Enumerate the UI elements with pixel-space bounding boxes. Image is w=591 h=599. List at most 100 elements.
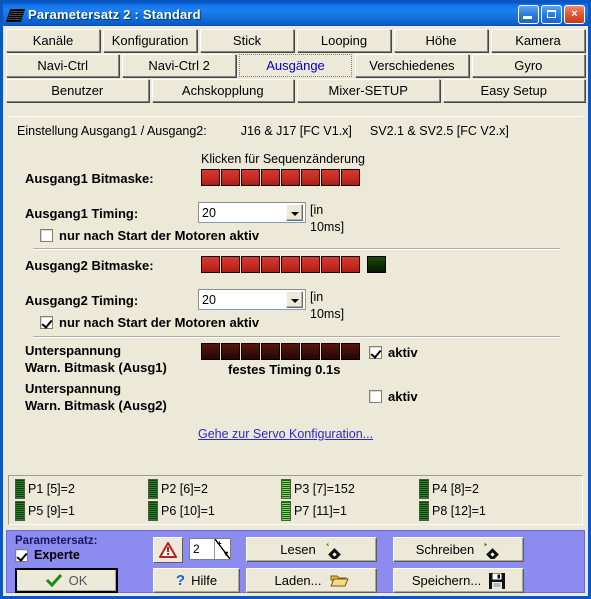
save-label: Speichern... <box>411 573 482 588</box>
help-button[interactable]: ? Hilfe <box>153 568 240 593</box>
out2-bit-6[interactable] <box>321 256 340 273</box>
uv1-active-checkbox[interactable] <box>369 346 382 359</box>
tab-looping[interactable]: Looping <box>297 29 391 52</box>
out1-bit-6[interactable] <box>321 169 340 186</box>
window-title: Parametersatz 2 : Standard <box>28 7 201 22</box>
out1-bit-5[interactable] <box>301 169 320 186</box>
out1-bit-3[interactable] <box>261 169 280 186</box>
ok-button[interactable]: OK <box>15 568 118 593</box>
close-button[interactable]: × <box>564 5 585 24</box>
out2-bit-0[interactable] <box>201 256 220 273</box>
minimize-button[interactable] <box>518 5 539 24</box>
uv1-fixed-timing: festes Timing 0.1s <box>228 362 341 377</box>
servo-config-link[interactable]: Gehe zur Servo Konfiguration... <box>198 427 373 441</box>
tab-achskopplung[interactable]: Achskopplung <box>151 79 294 102</box>
uv1-active-label: aktiv <box>388 345 418 360</box>
expert-row[interactable]: Experte <box>15 548 80 562</box>
out2-bit-4[interactable] <box>281 256 300 273</box>
p-value-label: P7 [11]=1 <box>294 504 347 518</box>
write-button[interactable]: Schreiben <box>393 537 524 562</box>
out2-motor-checkbox-row[interactable]: nur nach Start der Motoren aktiv <box>40 315 259 330</box>
out2-bitmask[interactable] <box>201 256 386 273</box>
panel-header-suffix: SV2.1 & SV2.5 [FC V2.x] <box>369 124 509 138</box>
title-bar: Parametersatz 2 : Standard × <box>3 3 588 26</box>
uv2-active-row[interactable]: aktiv <box>369 389 418 404</box>
uv2-active-checkbox[interactable] <box>369 390 382 403</box>
out1-timing-combo[interactable]: 20 <box>198 202 306 223</box>
uv1-active-row[interactable]: aktiv <box>369 345 418 360</box>
out1-bit-7[interactable] <box>341 169 360 186</box>
out1-timing-value: 20 <box>202 205 216 220</box>
tab-kamera[interactable]: Kamera <box>491 29 585 52</box>
expert-checkbox[interactable] <box>15 548 28 562</box>
p-value-3: P3 [7]=152 <box>281 479 355 499</box>
out1-bit-4[interactable] <box>281 169 300 186</box>
out1-bit-1[interactable] <box>221 169 240 186</box>
close-icon: × <box>571 8 578 20</box>
paramset-label: Parametersatz: <box>15 535 98 547</box>
load-button[interactable]: Laden... <box>246 568 377 593</box>
tab-ausgaenge[interactable]: Ausgänge <box>238 54 353 77</box>
uv1-bit-3[interactable] <box>261 343 280 360</box>
uv1-bit-5[interactable] <box>301 343 320 360</box>
spinner-up-icon[interactable]: + <box>217 540 222 548</box>
out2-motor-checkbox[interactable] <box>40 316 53 329</box>
out2-bit-5[interactable] <box>301 256 320 273</box>
out2-bit-7[interactable] <box>341 256 360 273</box>
tab-kanaele[interactable]: Kanäle <box>6 29 100 52</box>
uv1-bit-4[interactable] <box>281 343 300 360</box>
write-diamond-icon <box>484 541 500 559</box>
out1-bit-2[interactable] <box>241 169 260 186</box>
window-controls: × <box>518 5 585 24</box>
uv1-bit-0[interactable] <box>201 343 220 360</box>
uv1-label-line2: Warn. Bitmask (Ausg1) <box>25 360 167 375</box>
uv2-label-line2: Warn. Bitmask (Ausg2) <box>25 398 167 413</box>
divider-1 <box>33 248 560 250</box>
out2-timing-combo[interactable]: 20 <box>198 289 306 310</box>
read-button[interactable]: Lesen <box>246 537 377 562</box>
tab-easy-setup[interactable]: Easy Setup <box>442 79 585 102</box>
uv1-bit-2[interactable] <box>241 343 260 360</box>
tab-gyro[interactable]: Gyro <box>471 54 586 77</box>
uv1-bit-6[interactable] <box>321 343 340 360</box>
warning-button[interactable] <box>153 537 183 563</box>
paramset-spinner[interactable]: 2 + ▾ <box>189 538 231 560</box>
chevron-down-icon[interactable] <box>286 204 303 221</box>
uv1-bit-1[interactable] <box>221 343 240 360</box>
tab-benutzer[interactable]: Benutzer <box>6 79 149 102</box>
tab-navi-ctrl-2[interactable]: Navi-Ctrl 2 <box>122 54 236 77</box>
p-value-8: P8 [12]=1 <box>419 501 486 521</box>
out2-bit-1[interactable] <box>221 256 240 273</box>
out2-bit-3[interactable] <box>261 256 280 273</box>
tab-navi-ctrl[interactable]: Navi-Ctrl <box>6 54 120 77</box>
write-label: Schreiben <box>415 542 475 557</box>
out1-unit-line1: [in <box>310 203 324 217</box>
save-button[interactable]: Speichern... <box>393 568 524 593</box>
tab-mixer-setup[interactable]: Mixer-SETUP <box>297 79 440 102</box>
p-value-6: P6 [10]=1 <box>148 501 215 521</box>
out1-timing-label: Ausgang1 Timing: <box>25 206 139 221</box>
panel-header-prefix: Einstellung Ausgang1 / Ausgang2: <box>17 124 207 138</box>
p-value-label: P3 [7]=152 <box>294 482 355 496</box>
out2-motor-label: nur nach Start der Motoren aktiv <box>59 315 260 330</box>
p-value-2: P2 [6]=2 <box>148 479 208 499</box>
tab-stick[interactable]: Stick <box>200 29 294 52</box>
uv1-bitmask[interactable] <box>201 343 361 360</box>
uv1-bit-7[interactable] <box>341 343 360 360</box>
maximize-button[interactable] <box>541 5 562 24</box>
out1-motor-checkbox-row[interactable]: nur nach Start der Motoren aktiv <box>40 228 259 243</box>
out1-bit-0[interactable] <box>201 169 220 186</box>
spinner-down-icon[interactable]: ▾ <box>224 550 228 558</box>
tab-hoehe[interactable]: Höhe <box>394 29 488 52</box>
spinner-buttons[interactable]: + ▾ <box>214 539 230 559</box>
out1-bitmask[interactable] <box>201 169 361 186</box>
chevron-down-icon[interactable] <box>286 291 303 308</box>
uv2-label-line1: Unterspannung <box>25 381 122 396</box>
tab-konfiguration[interactable]: Konfiguration <box>103 29 197 52</box>
tab-verschiedenes[interactable]: Verschiedenes <box>355 54 469 77</box>
out2-bit-2[interactable] <box>241 256 260 273</box>
out1-motor-checkbox[interactable] <box>40 229 53 242</box>
out2-extra-bit[interactable] <box>367 256 386 273</box>
question-mark-icon: ? <box>175 572 186 589</box>
p-value-label: P4 [8]=2 <box>432 482 479 496</box>
